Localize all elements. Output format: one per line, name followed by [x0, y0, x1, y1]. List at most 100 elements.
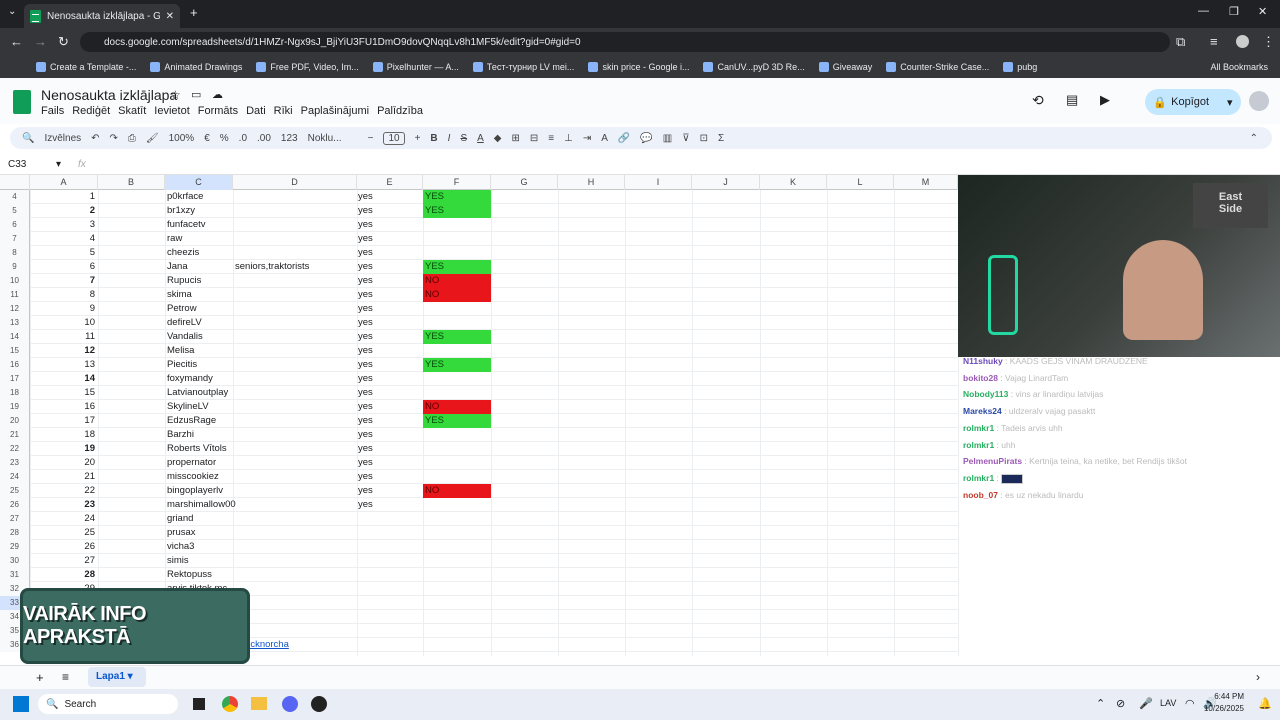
link-icon[interactable]: 🔗 — [618, 133, 630, 144]
menu-item[interactable]: Skatīt — [118, 105, 146, 117]
share-dropdown-icon[interactable]: ▾ — [1227, 96, 1233, 109]
cell-result[interactable]: YES — [423, 358, 491, 372]
row-header[interactable]: 18 — [0, 386, 30, 400]
cell-number[interactable]: 25 — [30, 526, 98, 540]
column-header[interactable]: K — [760, 175, 827, 190]
cell-status[interactable]: yes — [358, 274, 422, 288]
row-header[interactable]: 10 — [0, 274, 30, 288]
cell-status[interactable]: yes — [358, 428, 422, 442]
cell-status[interactable]: yes — [358, 442, 422, 456]
cell-name[interactable]: propernator — [167, 456, 233, 470]
row-header[interactable]: 22 — [0, 442, 30, 456]
increase-decimal-button[interactable]: .00 — [257, 133, 271, 144]
cell-name[interactable]: Jana — [167, 260, 233, 274]
cell-status[interactable]: yes — [358, 372, 422, 386]
column-header[interactable]: J — [692, 175, 760, 190]
cell-status[interactable]: yes — [358, 246, 422, 260]
menu-item[interactable]: Rīki — [274, 105, 293, 117]
italic-button[interactable]: I — [448, 133, 451, 144]
cell-status[interactable]: yes — [358, 470, 422, 484]
cell-status[interactable]: yes — [358, 302, 422, 316]
row-header[interactable]: 13 — [0, 316, 30, 330]
menu-item[interactable]: Rediģēt — [72, 105, 110, 117]
print-icon[interactable]: ⎙ — [128, 133, 136, 144]
cell-number[interactable]: 17 — [30, 414, 98, 428]
cell-number[interactable]: 10 — [30, 316, 98, 330]
bold-button[interactable]: B — [430, 133, 437, 144]
cell-number[interactable]: 6 — [30, 260, 98, 274]
row-header[interactable]: 30 — [0, 554, 30, 568]
all-sheets-icon[interactable]: ≡ — [62, 670, 69, 684]
back-icon[interactable]: ← — [10, 34, 23, 49]
row-header[interactable]: 29 — [0, 540, 30, 554]
cell-number[interactable]: 1 — [30, 190, 98, 204]
extensions-icon[interactable]: ⧉ — [1176, 34, 1185, 50]
cell-number[interactable]: 7 — [30, 274, 98, 288]
cell-status[interactable]: yes — [358, 498, 422, 512]
sheets-logo-icon[interactable] — [13, 90, 31, 114]
cell-name[interactable]: funfacetv — [167, 218, 233, 232]
notification-icon[interactable]: 🔔 — [1258, 697, 1272, 710]
menus-search-label[interactable]: Izvēlnes — [44, 133, 81, 144]
row-header[interactable]: 4 — [0, 190, 30, 204]
chrome-menu-icon[interactable]: ⋮ — [1262, 34, 1275, 50]
reload-icon[interactable]: ↻ — [58, 34, 69, 50]
bookmark-item[interactable]: pubg — [1003, 62, 1037, 72]
cell-number[interactable]: 23 — [30, 498, 98, 512]
app-icon[interactable] — [311, 696, 327, 712]
history-icon[interactable]: ⟲ — [1032, 92, 1044, 109]
cell-name[interactable]: Vandalis — [167, 330, 233, 344]
cell-number[interactable]: 26 — [30, 540, 98, 554]
cell-name[interactable]: cheezis — [167, 246, 233, 260]
cell-status[interactable]: yes — [358, 344, 422, 358]
cell-number[interactable]: 22 — [30, 484, 98, 498]
row-header[interactable]: 14 — [0, 330, 30, 344]
cell-status[interactable]: yes — [358, 260, 422, 274]
cell-number[interactable]: 16 — [30, 400, 98, 414]
tray-chevron-icon[interactable]: ⌃ — [1096, 697, 1105, 710]
cell-name[interactable]: Roberts Vītols — [167, 442, 233, 456]
chart-icon[interactable]: ▥ — [663, 133, 672, 144]
row-header[interactable]: 21 — [0, 428, 30, 442]
cell-number[interactable]: 27 — [30, 554, 98, 568]
cell-status[interactable]: yes — [358, 386, 422, 400]
cell-name[interactable]: Rektopuss — [167, 568, 233, 582]
cell-number[interactable]: 8 — [30, 288, 98, 302]
cell-number[interactable]: 4 — [30, 232, 98, 246]
column-header[interactable]: I — [625, 175, 692, 190]
cell-result[interactable]: NO — [423, 288, 491, 302]
file-explorer-icon[interactable] — [251, 697, 267, 710]
cell-status[interactable]: yes — [358, 414, 422, 428]
cell-name[interactable]: griand — [167, 512, 233, 526]
cell-number[interactable]: 2 — [30, 204, 98, 218]
fill-color-icon[interactable]: ◆ — [494, 133, 502, 144]
url-field[interactable]: docs.google.com/spreadsheets/d/1HMZr-Ngx… — [80, 32, 1170, 52]
profile-avatar[interactable] — [1236, 35, 1249, 48]
font-size-increase-icon[interactable]: + — [415, 133, 421, 144]
column-header[interactable]: C — [165, 175, 233, 190]
align-left-icon[interactable]: ≡ — [548, 133, 554, 144]
cell-name[interactable]: bingoplayerlv — [167, 484, 233, 498]
bookmark-item[interactable]: Giveaway — [818, 62, 872, 72]
row-header[interactable]: 28 — [0, 526, 30, 540]
font-size-decrease-icon[interactable]: − — [368, 133, 374, 144]
text-rotate-icon[interactable]: A — [601, 133, 608, 144]
bookmark-item[interactable]: skin price - Google i... — [588, 62, 689, 72]
row-header[interactable]: 7 — [0, 232, 30, 246]
maximize-icon[interactable]: ❐ — [1229, 5, 1239, 18]
vertical-align-icon[interactable]: ⊥ — [564, 133, 573, 144]
bookmark-item[interactable]: Counter-Strike Case... — [886, 62, 989, 72]
row-header[interactable]: 15 — [0, 344, 30, 358]
minimize-icon[interactable]: — — [1198, 5, 1209, 17]
cell-name[interactable]: br1xzy — [167, 204, 233, 218]
zoom-select[interactable]: 100% — [169, 133, 195, 144]
redo-icon[interactable]: ↷ — [110, 133, 118, 144]
column-header[interactable]: H — [558, 175, 625, 190]
cell-name[interactable]: foxymandy — [167, 372, 233, 386]
row-header[interactable]: 9 — [0, 260, 30, 274]
name-box[interactable]: C33 — [8, 159, 26, 170]
cell-name[interactable]: prusax — [167, 526, 233, 540]
cell-name[interactable]: vicha3 — [167, 540, 233, 554]
wifi-icon[interactable]: ◠ — [1185, 697, 1195, 710]
menu-item[interactable]: Dati — [246, 105, 266, 117]
